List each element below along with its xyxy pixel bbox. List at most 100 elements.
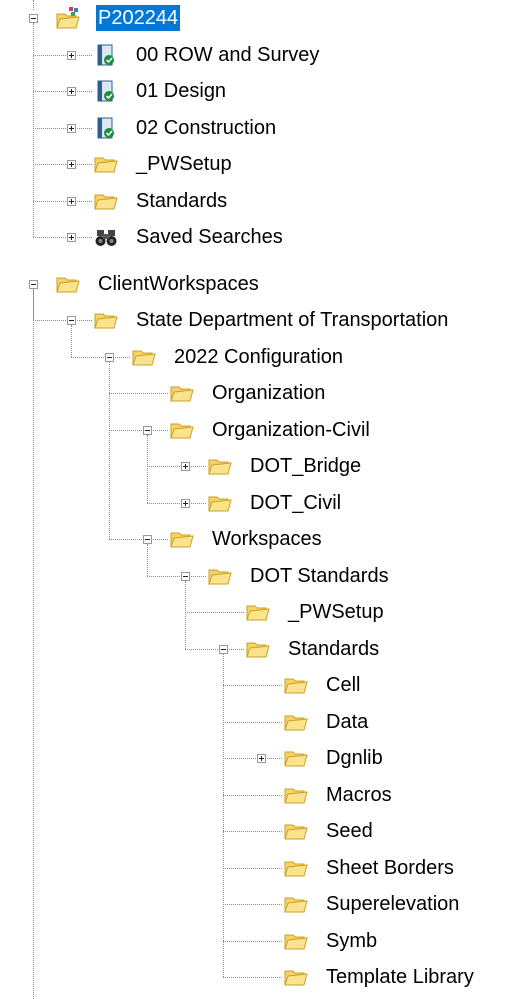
tree-connector (33, 55, 92, 56)
tree-item-2022-configuration[interactable]: 2022 Configuration (172, 344, 345, 370)
tree-connector (33, 289, 34, 999)
tree-connector (71, 325, 72, 357)
folder-icon (284, 783, 308, 807)
tree-connector (147, 466, 206, 467)
tree-connector (223, 685, 282, 686)
tree-connector (147, 435, 148, 503)
folder-icon (94, 308, 118, 332)
tree-connector (147, 544, 148, 576)
expand-01-design-toggle[interactable] (67, 87, 76, 96)
tree-item-00-row-and-survey[interactable]: 00 ROW and Survey (134, 42, 321, 68)
tree-item-template-library[interactable]: Template Library (324, 964, 476, 990)
expand-00-row-and-survey-toggle[interactable] (67, 51, 76, 60)
tree-item-organization-civil[interactable]: Organization-Civil (210, 417, 372, 443)
folder-icon (170, 418, 194, 442)
tree-connector (223, 904, 282, 905)
tree-item-clientworkspaces[interactable]: ClientWorkspaces (96, 271, 261, 297)
tree-connector (109, 393, 168, 394)
folder-icon (208, 454, 232, 478)
collapse-clientworkspaces-toggle[interactable] (29, 280, 38, 289)
collapse-state-department-of-transportation-toggle[interactable] (67, 316, 76, 325)
folder-icon (284, 856, 308, 880)
expand-standards-toggle[interactable] (67, 197, 76, 206)
tree-item-01-design[interactable]: 01 Design (134, 78, 228, 104)
folder-icon (132, 345, 156, 369)
tree-item-dot-standards[interactable]: DOT Standards (248, 563, 391, 589)
tree-connector (223, 831, 282, 832)
tree-connector (33, 0, 34, 10)
workspace-doc-icon (94, 116, 118, 140)
expand-dot-civil-toggle[interactable] (181, 499, 190, 508)
tree-item-seed[interactable]: Seed (324, 818, 375, 844)
folder-icon (170, 527, 194, 551)
tree-connector (147, 503, 206, 504)
tree-item-dot-bridge[interactable]: DOT_Bridge (248, 453, 363, 479)
expand-pwsetup-toggle[interactable] (67, 160, 76, 169)
binoculars-icon (94, 225, 118, 249)
collapse-dot-standards-toggle[interactable] (181, 572, 190, 581)
folder-icon (94, 189, 118, 213)
folder-icon (284, 746, 308, 770)
tree-connector (223, 758, 282, 759)
workspace-doc-icon (94, 43, 118, 67)
tree-item-02-construction[interactable]: 02 Construction (134, 115, 278, 141)
folder-icon (284, 965, 308, 989)
tree-connector (109, 362, 110, 540)
tree-item-state-department-of-transportation[interactable]: State Department of Transportation (134, 307, 450, 333)
tree-connector (33, 91, 92, 92)
folder-icon (284, 929, 308, 953)
collapse-organization-civil-toggle[interactable] (143, 426, 152, 435)
workspace-doc-icon (94, 79, 118, 103)
tree-item-dot-civil[interactable]: DOT_Civil (248, 490, 343, 516)
tree-item-p202244[interactable]: P202244 (96, 5, 180, 31)
tree-connector (185, 649, 244, 650)
expand-02-construction-toggle[interactable] (67, 124, 76, 133)
tree-connector (33, 237, 92, 238)
tree-item-symb[interactable]: Symb (324, 928, 379, 954)
folder-icon (208, 564, 232, 588)
tree-item-dgnlib[interactable]: Dgnlib (324, 745, 385, 771)
folder-icon (208, 491, 232, 515)
tree-item-standards[interactable]: Standards (286, 636, 381, 662)
tree-item-data[interactable]: Data (324, 709, 370, 735)
expand-saved-searches-toggle[interactable] (67, 233, 76, 242)
expand-dot-bridge-toggle[interactable] (181, 462, 190, 471)
tree-item-organization[interactable]: Organization (210, 380, 327, 406)
tree-connector (223, 941, 282, 942)
collapse-workspaces-toggle[interactable] (143, 535, 152, 544)
folder-icon (56, 272, 80, 296)
tree-connector (33, 128, 92, 129)
folder-icon (246, 637, 270, 661)
project-tree[interactable]: P202244 00 ROW and Survey 01 Design 02 C… (0, 0, 528, 994)
folder-icon (284, 819, 308, 843)
tree-item-saved-searches[interactable]: Saved Searches (134, 224, 285, 250)
tree-item-macros[interactable]: Macros (324, 782, 394, 808)
tree-connector (109, 430, 168, 431)
tree-item-pwsetup[interactable]: _PWSetup (286, 599, 386, 625)
expand-dgnlib-toggle[interactable] (257, 754, 266, 763)
folder-icon (284, 710, 308, 734)
collapse-p202244-toggle[interactable] (29, 14, 38, 23)
tree-item-workspaces[interactable]: Workspaces (210, 526, 324, 552)
tree-item-sheet-borders[interactable]: Sheet Borders (324, 855, 456, 881)
tree-connector (223, 654, 224, 978)
tree-connector (223, 977, 282, 978)
folder-icon (94, 152, 118, 176)
tree-connector (185, 612, 244, 613)
tree-connector (147, 576, 206, 577)
collapse-2022-configuration-toggle[interactable] (105, 353, 114, 362)
tree-connector (223, 795, 282, 796)
tree-connector (33, 164, 92, 165)
folder-icon (284, 673, 308, 697)
tree-connector (33, 320, 92, 321)
folder-icon (284, 892, 308, 916)
tree-item-cell[interactable]: Cell (324, 672, 362, 698)
tree-item-superelevation[interactable]: Superelevation (324, 891, 461, 917)
tree-item-standards[interactable]: Standards (134, 188, 229, 214)
collapse-standards-toggle[interactable] (219, 645, 228, 654)
tree-connector (109, 539, 168, 540)
folder-icon (170, 381, 194, 405)
project-root-icon (56, 6, 80, 30)
tree-item-pwsetup[interactable]: _PWSetup (134, 151, 234, 177)
tree-connector (185, 581, 186, 649)
